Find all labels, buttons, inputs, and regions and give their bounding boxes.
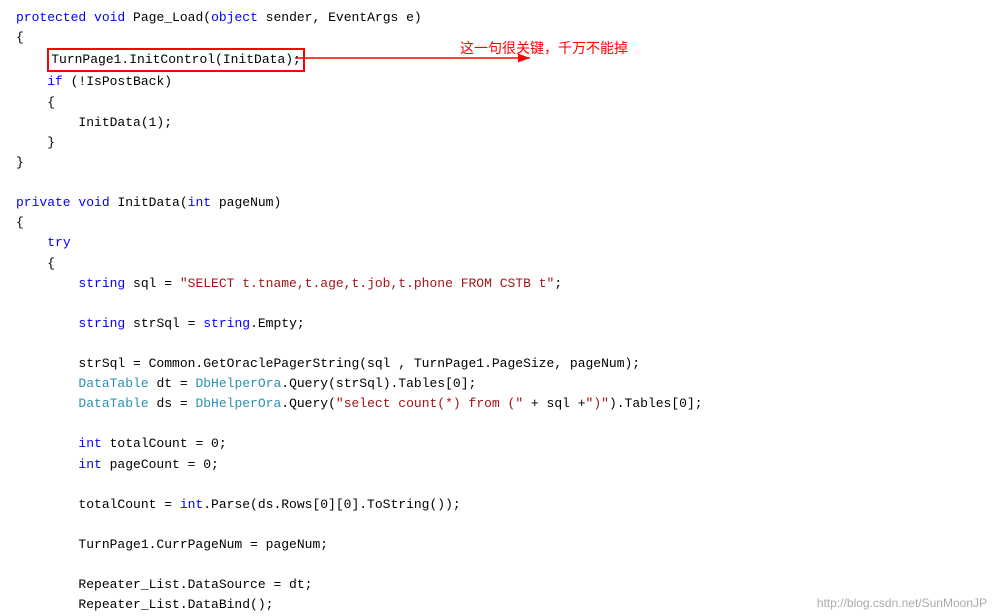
code-line: strSql = Common.GetOraclePagerString(sql… bbox=[16, 354, 981, 374]
watermark: http://blog.csdn.net/SunMoonJP bbox=[817, 596, 987, 610]
code-line: string sql = "SELECT t.tname,t.age,t.job… bbox=[16, 274, 981, 294]
code-line: { bbox=[16, 93, 981, 113]
code-line bbox=[16, 334, 981, 354]
highlighted-code: TurnPage1.InitControl(InitData); bbox=[47, 48, 305, 72]
code-line bbox=[16, 294, 981, 314]
code-line bbox=[16, 475, 981, 495]
code-line: string strSql = string.Empty; bbox=[16, 314, 981, 334]
code-line: totalCount = int.Parse(ds.Rows[0][0].ToS… bbox=[16, 495, 981, 515]
code-line bbox=[16, 414, 981, 434]
code-line: { bbox=[16, 213, 981, 233]
code-line: TurnPage1.CurrPageNum = pageNum; bbox=[16, 535, 981, 555]
code-line bbox=[16, 555, 981, 575]
code-line: int totalCount = 0; bbox=[16, 434, 981, 454]
code-lines: protected void Page_Load(object sender, … bbox=[16, 8, 981, 616]
code-line: protected void Page_Load(object sender, … bbox=[16, 8, 981, 28]
code-line: DataTable ds = DbHelperOra.Query("select… bbox=[16, 394, 981, 414]
code-line: InitData(1); bbox=[16, 113, 981, 133]
code-line: DataTable dt = DbHelperOra.Query(strSql)… bbox=[16, 374, 981, 394]
code-line: int pageCount = 0; bbox=[16, 455, 981, 475]
code-line: try bbox=[16, 233, 981, 253]
code-line: } bbox=[16, 153, 981, 173]
code-line bbox=[16, 515, 981, 535]
code-line: { bbox=[16, 254, 981, 274]
code-line bbox=[16, 173, 981, 193]
code-line: Repeater_List.DataSource = dt; bbox=[16, 575, 981, 595]
annotation-text: 这一句很关键，千万不能掉 bbox=[460, 38, 628, 58]
code-line: private void InitData(int pageNum) bbox=[16, 193, 981, 213]
code-line: } bbox=[16, 133, 981, 153]
code-line: if (!IsPostBack) bbox=[16, 72, 981, 92]
code-container: protected void Page_Load(object sender, … bbox=[0, 0, 997, 616]
